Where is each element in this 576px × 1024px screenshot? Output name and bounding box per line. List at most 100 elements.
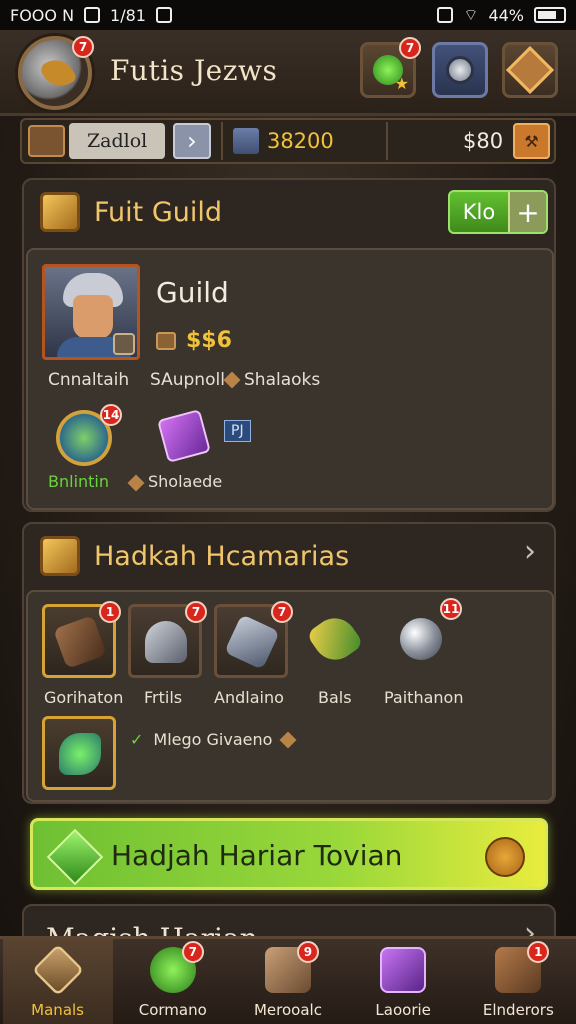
gold-value: 38200 (266, 129, 334, 153)
star-icon: ★ (394, 74, 409, 93)
guild-title: Fuit Guild (94, 196, 223, 228)
nav-label-3: Merooalc (253, 1001, 322, 1019)
helmet-icon (145, 621, 187, 663)
status-time: 1/81 (110, 5, 146, 25)
reward-badge: 14 (100, 404, 122, 426)
nav-item-cormano[interactable]: 7 Cormano (118, 939, 228, 1024)
nav-item-merooalc[interactable]: 9 Merooalc (233, 939, 343, 1024)
nav-badge-5: 1 (527, 941, 550, 963)
nav-label-2: Cormano (138, 1001, 207, 1019)
cannon-icon (53, 615, 107, 669)
nav-label-1: Manals (31, 1001, 84, 1019)
item-label-2: Frtils (144, 688, 183, 707)
purple-cube-icon (380, 947, 427, 993)
item-slot-6[interactable] (42, 716, 116, 790)
gear-icon (446, 56, 474, 84)
guild-emblem-icon (40, 192, 80, 232)
resource-bar: Zadlol › 38200 $80 ⚒ (20, 118, 556, 164)
item-slot-3[interactable]: 7 (214, 601, 293, 678)
gallery-icon (155, 7, 172, 23)
alarm-icon (437, 7, 454, 23)
bomb-icon (400, 618, 442, 660)
nav-item-laoorie[interactable]: Laoorie (348, 939, 458, 1024)
player-name: Futis Jezws (110, 54, 278, 87)
nav-label-4: Laoorie (375, 1001, 431, 1019)
item-label-3: Andlaino (214, 688, 284, 707)
diamond-icon (127, 474, 145, 491)
heroes-title: Hadkah Hcamarias (94, 540, 350, 572)
guild-label-2: SAupnoll (150, 370, 225, 390)
item-slot-5[interactable]: 11 (386, 598, 462, 678)
reward-label: Bnlintin (48, 472, 110, 491)
chest-icon[interactable] (28, 125, 65, 157)
shield-button[interactable] (502, 42, 558, 98)
notification-icon (84, 7, 101, 23)
item-label-4: Bals (318, 688, 352, 707)
emblem-icon (505, 45, 555, 95)
item-footer-label: Mlego Givaeno (153, 730, 273, 749)
avatar-badge: 7 (72, 36, 94, 58)
bottom-nav: Manals 7 Cormano 9 Merooalc Laoorie 1 El… (0, 936, 576, 1024)
klo-label: Klo (462, 200, 496, 224)
battery-icon (534, 7, 566, 23)
reward-label-2: Sholaede (148, 472, 223, 491)
diamond-icon (279, 731, 297, 748)
leaf-gem-icon (59, 733, 101, 775)
guild-panel: Fuit Guild Klo + Guild $$6 Cnnaltaih SAu… (22, 178, 556, 512)
guild-stat: $$6 (186, 328, 232, 353)
nav-item-elnderors[interactable]: 1 Elnderors (463, 939, 573, 1024)
item-badge-3: 7 (271, 601, 293, 623)
cube-icon (232, 128, 259, 154)
daily-button-label: Hadjah Hariar Tovian (111, 839, 403, 872)
green-gem-icon (46, 828, 104, 886)
item-badge-2: 7 (185, 601, 207, 623)
chevron-right-icon[interactable]: › (524, 534, 536, 569)
nav-item-manals[interactable]: Manals (2, 939, 113, 1024)
guild-name: Guild (156, 276, 229, 309)
diamond-icon (223, 371, 241, 389)
cannon-icon (224, 614, 280, 670)
status-bar: FOOO N 1/81 ⌔ 44% (0, 0, 576, 30)
guild-label-1: Cnnaltaih (48, 370, 130, 390)
player-avatar[interactable]: 7 (18, 36, 94, 110)
heroes-emblem-icon (40, 536, 80, 576)
heroes-card: 1 Gorihaton 7 Frtils 7 Andlaino Bals 11 … (26, 590, 554, 802)
crate-icon (156, 331, 176, 350)
nav-badge-2: 7 (181, 941, 204, 963)
currency-value: $80 (462, 129, 504, 153)
coin-icon (485, 837, 525, 877)
staff-icon (305, 609, 365, 669)
plus-icon: + (508, 192, 546, 232)
klo-button[interactable]: Klo + (448, 190, 548, 234)
compass-icon[interactable]: 14 (56, 404, 122, 466)
hammer-icon (38, 53, 78, 93)
check-icon: ✓ (130, 730, 144, 749)
guild-leader-portrait[interactable] (42, 264, 140, 360)
guild-label-3: Shalaoks (244, 370, 321, 390)
item-slot-2[interactable]: 7 (128, 601, 207, 678)
item-label-1: Gorihaton (44, 688, 124, 707)
arrow-right-button[interactable]: › (172, 123, 211, 159)
build-button[interactable]: ⚒ (513, 123, 551, 159)
wifi-icon: ⌔ (463, 5, 479, 24)
top-header: 7 Futis Jezws 7 ★ (0, 30, 576, 116)
rank-icon (113, 333, 135, 355)
item-label-5: Paithanon (384, 688, 464, 707)
green-gem-button[interactable]: 7 ★ (360, 37, 421, 98)
item-slot-1[interactable]: 1 (42, 601, 121, 678)
nav-badge-3: 9 (296, 941, 319, 963)
gem-badge: 7 (399, 37, 421, 59)
item-badge-1: 1 (99, 601, 121, 623)
nav-label-5: Elnderors (482, 1001, 554, 1019)
purple-crystal-icon[interactable] (157, 409, 211, 463)
item-slot-4[interactable] (300, 604, 374, 678)
battery-percent: 44% (488, 5, 524, 25)
status-carrier: FOOO N (10, 5, 75, 25)
resource-name: Zadlol (68, 123, 165, 159)
item-badge-5: 11 (440, 598, 462, 620)
guild-card: Guild $$6 Cnnaltaih SAupnoll Shalaoks 14… (26, 248, 554, 510)
heroes-panel: Hadkah Hcamarias › 1 Gorihaton 7 Frtils … (22, 522, 556, 804)
settings-button[interactable] (432, 42, 488, 98)
emblem-icon (31, 943, 84, 997)
daily-reward-button[interactable]: Hadjah Hariar Tovian (30, 818, 548, 890)
